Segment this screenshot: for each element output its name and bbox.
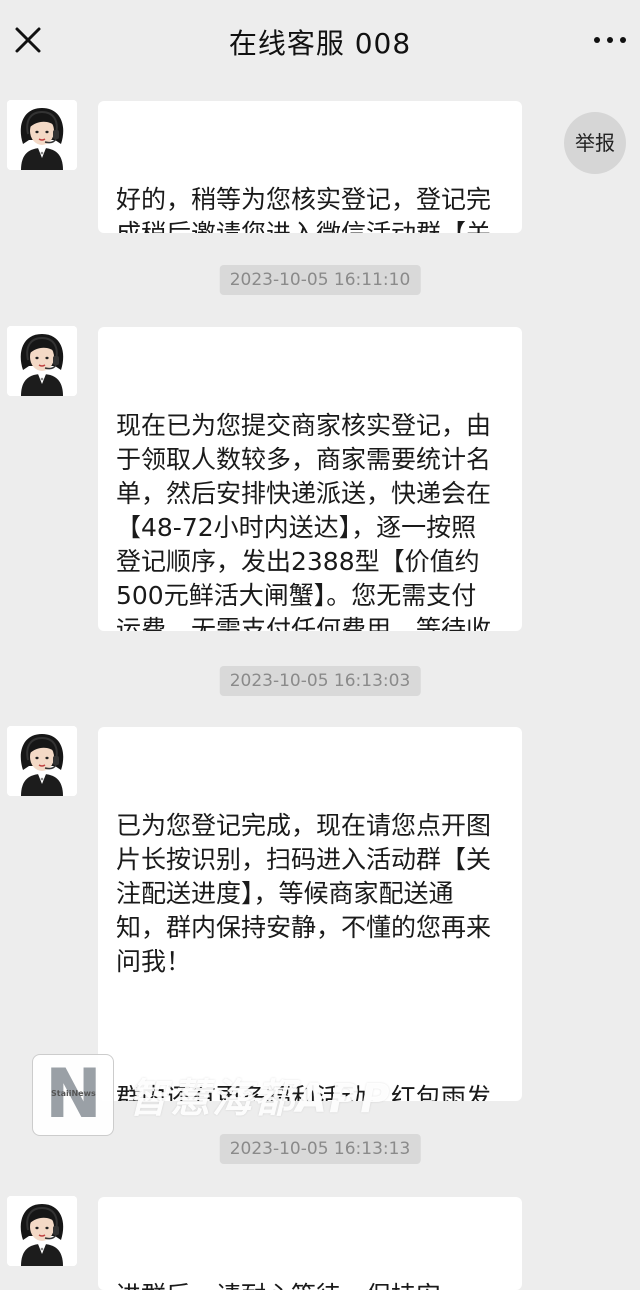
watermark: N StaiiNews 智慧海都APP xyxy=(32,1048,452,1138)
agent-avatar[interactable] xyxy=(7,326,77,396)
timestamp: 2023-10-05 16:13:13 xyxy=(219,1134,421,1164)
chat-screen: 在线客服 008 好的，稍等为您核实登记，登记完成稍后邀请您进入微信活动群【关注… xyxy=(0,0,640,1290)
chat-header: 在线客服 008 xyxy=(0,0,640,82)
agent-avatar[interactable] xyxy=(7,1196,77,1266)
message-text: 进群后，请耐心等待，保持安 xyxy=(116,1279,500,1290)
watermark-logo: N StaiiNews xyxy=(32,1054,114,1136)
message-bubble: 现在已为您提交商家核实登记，由于领取人数较多，商家需要统计名单，然后安排快递派送… xyxy=(98,327,522,631)
report-button[interactable]: 举报 xyxy=(564,112,626,174)
message-bubble: 进群后，请耐心等待，保持安 xyxy=(98,1197,522,1290)
watermark-text: 智慧海都APP xyxy=(128,1076,392,1122)
agent-avatar[interactable] xyxy=(7,726,77,796)
message-bubble: 已为您登记完成，现在请您点开图片长按识别，扫码进入活动群【关注配送进度】，等候商… xyxy=(98,727,522,1101)
agent-avatar[interactable] xyxy=(7,100,77,170)
message-text: 好的，稍等为您核实登记，登记完成稍后邀请您进入微信活动群【关注配送进度】 xyxy=(116,185,492,233)
watermark-logo-text: StaiiNews xyxy=(51,1089,96,1098)
timestamp: 2023-10-05 16:11:10 xyxy=(219,265,421,295)
timestamp: 2023-10-05 16:13:03 xyxy=(219,666,421,696)
more-icon[interactable] xyxy=(592,30,628,50)
message-text: 已为您登记完成，现在请您点开图片长按识别，扫码进入活动群【关注配送进度】，等候商… xyxy=(116,811,492,976)
message-bubble: 好的，稍等为您核实登记，登记完成稍后邀请您进入微信活动群【关注配送进度】 xyxy=(98,101,522,233)
message-text: 现在已为您提交商家核实登记，由于领取人数较多，商家需要统计名单，然后安排快递派送… xyxy=(116,411,492,631)
chat-title: 在线客服 008 xyxy=(228,27,412,60)
